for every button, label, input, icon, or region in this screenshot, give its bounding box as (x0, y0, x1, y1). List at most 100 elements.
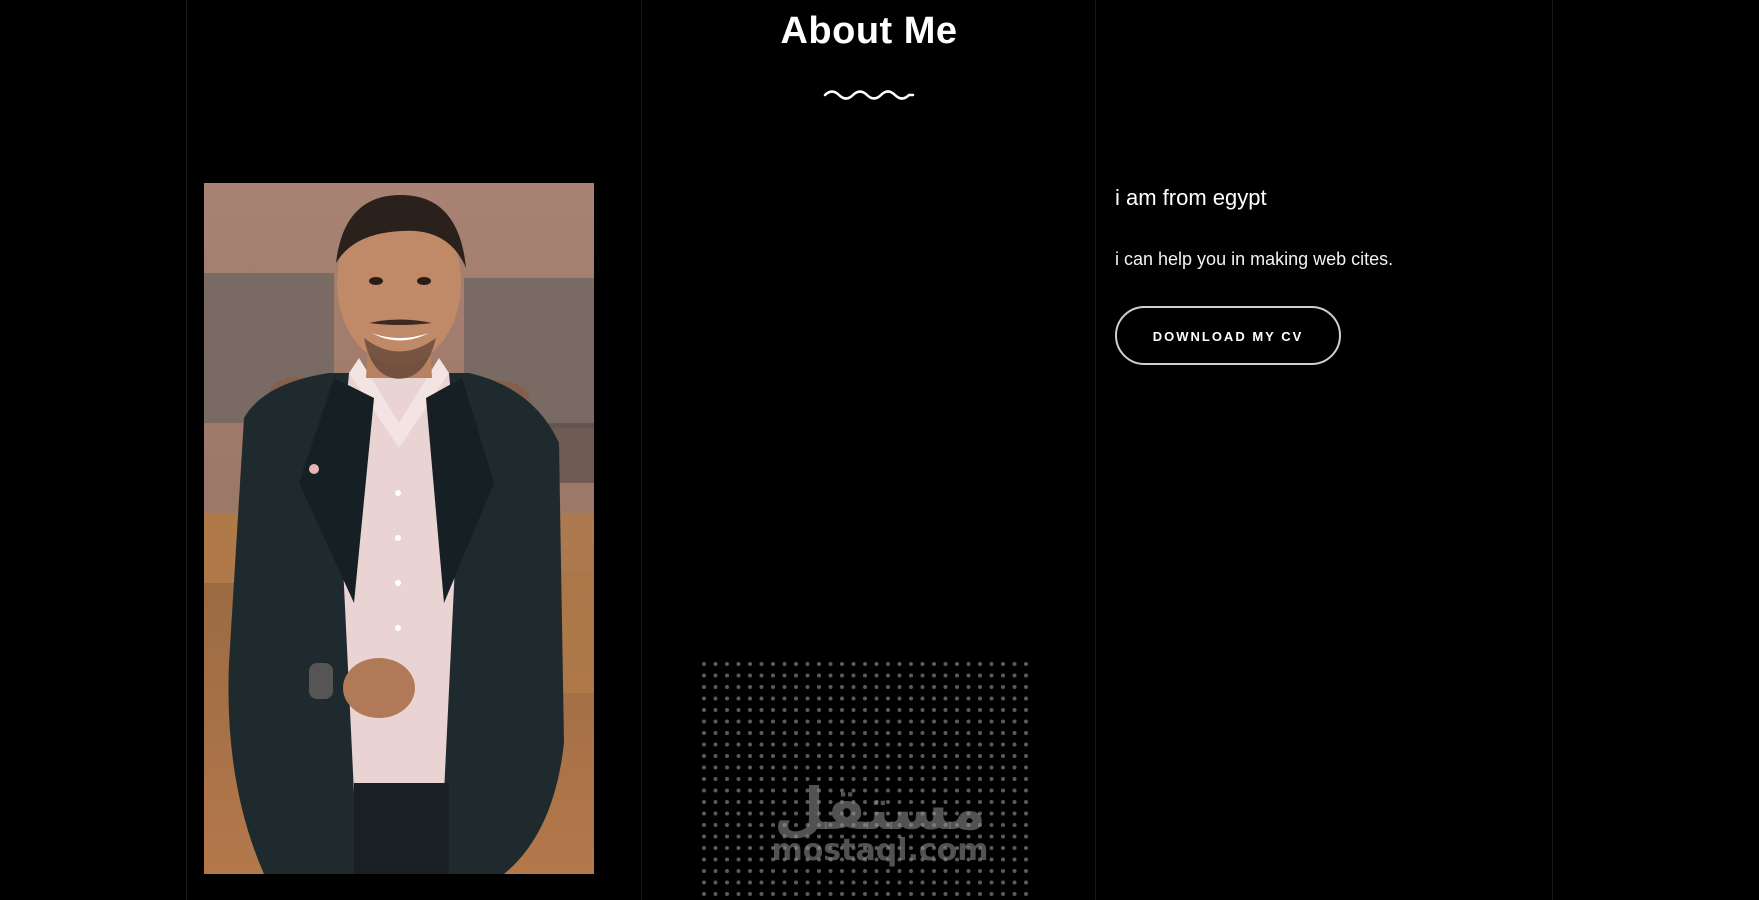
pattern-dot (1001, 834, 1005, 839)
pattern-dot (840, 719, 844, 724)
pattern-dot (748, 777, 752, 781)
pattern-dot (955, 731, 959, 735)
pattern-dot (1024, 673, 1028, 678)
pattern-dot (1001, 846, 1005, 850)
pattern-dot (1012, 754, 1017, 758)
pattern-dot (920, 880, 925, 885)
pattern-dot (966, 685, 971, 689)
pattern-dot (702, 731, 706, 735)
pattern-dot (805, 673, 810, 678)
pattern-dot (966, 742, 971, 747)
pattern-dot (702, 673, 706, 678)
pattern-dot (851, 731, 856, 735)
pattern-dot (863, 696, 867, 701)
pattern-dot (736, 880, 741, 885)
pattern-dot (828, 754, 833, 758)
pattern-dot (748, 708, 752, 712)
pattern-dot (702, 857, 706, 862)
pattern-dot (702, 892, 706, 896)
pattern-dot (794, 708, 798, 712)
pattern-dot (702, 742, 706, 747)
pattern-dot (713, 754, 718, 758)
pattern-dot (725, 880, 729, 885)
pattern-dot (794, 892, 798, 896)
pattern-dot (863, 892, 867, 896)
pattern-dot (771, 754, 775, 758)
pattern-dot (782, 754, 787, 758)
pattern-dot (943, 765, 948, 770)
pattern-dot (748, 719, 752, 724)
pattern-dot (932, 708, 936, 712)
pattern-dot (713, 765, 718, 770)
pattern-dot (725, 846, 729, 850)
pattern-dot (748, 869, 752, 873)
pattern-dot (886, 708, 890, 712)
pattern-dot (1024, 846, 1028, 850)
pattern-dot (840, 696, 844, 701)
pattern-dot (874, 880, 879, 885)
pattern-dot (1001, 788, 1005, 793)
pattern-dot (817, 892, 821, 896)
pattern-dot (736, 742, 741, 747)
pattern-dot (909, 765, 913, 770)
pattern-dot (989, 673, 994, 678)
pattern-dot (1012, 685, 1017, 689)
pattern-dot (748, 754, 752, 758)
pattern-dot (702, 708, 706, 712)
pattern-dot (817, 880, 821, 885)
title-wave-divider (823, 90, 915, 100)
pattern-dot (817, 719, 821, 724)
pattern-dot (1024, 765, 1028, 770)
pattern-dot (771, 765, 775, 770)
pattern-dot (725, 696, 729, 701)
pattern-dot (909, 892, 913, 896)
pattern-dot (736, 846, 741, 850)
pattern-dot (759, 662, 764, 666)
pattern-dot (1024, 708, 1028, 712)
pattern-dot (955, 869, 959, 873)
pattern-dot (955, 719, 959, 724)
download-cv-button[interactable]: DOWNLOAD MY CV (1115, 306, 1341, 365)
pattern-dot (932, 892, 936, 896)
pattern-dot (1012, 708, 1017, 712)
about-info: i am from egypt i can help you in making… (1115, 185, 1535, 365)
pattern-dot (736, 731, 741, 735)
pattern-dot (874, 892, 879, 896)
pattern-dot (759, 742, 764, 747)
pattern-dot (966, 719, 971, 724)
pattern-dot (828, 765, 833, 770)
pattern-dot (863, 742, 867, 747)
pattern-dot (1001, 662, 1005, 666)
pattern-dot (909, 731, 913, 735)
pattern-dot (817, 685, 821, 689)
pattern-dot (966, 892, 971, 896)
pattern-dot (1024, 811, 1028, 816)
pattern-dot (840, 869, 844, 873)
pattern-dot (817, 869, 821, 873)
pattern-dot (1012, 662, 1017, 666)
pattern-dot (955, 696, 959, 701)
pattern-dot (748, 834, 752, 839)
pattern-dot (828, 673, 833, 678)
pattern-dot (897, 892, 902, 896)
pattern-dot (920, 765, 925, 770)
pattern-dot (966, 708, 971, 712)
pattern-dot (920, 696, 925, 701)
pattern-dot (1024, 834, 1028, 839)
pattern-dot (874, 708, 879, 712)
pattern-dot (702, 696, 706, 701)
pattern-dot (863, 754, 867, 758)
pattern-dot (1012, 765, 1017, 770)
pattern-dot (702, 880, 706, 885)
pattern-dot (805, 685, 810, 689)
pattern-dot (725, 765, 729, 770)
pattern-dot (874, 696, 879, 701)
column-divider (186, 0, 187, 900)
pattern-dot (702, 754, 706, 758)
pattern-dot (1012, 880, 1017, 885)
watermark-latin-text: mostaql.com (771, 833, 989, 868)
pattern-dot (805, 754, 810, 758)
pattern-dot (713, 788, 718, 793)
pattern-dot (920, 869, 925, 873)
pattern-dot (713, 823, 718, 827)
